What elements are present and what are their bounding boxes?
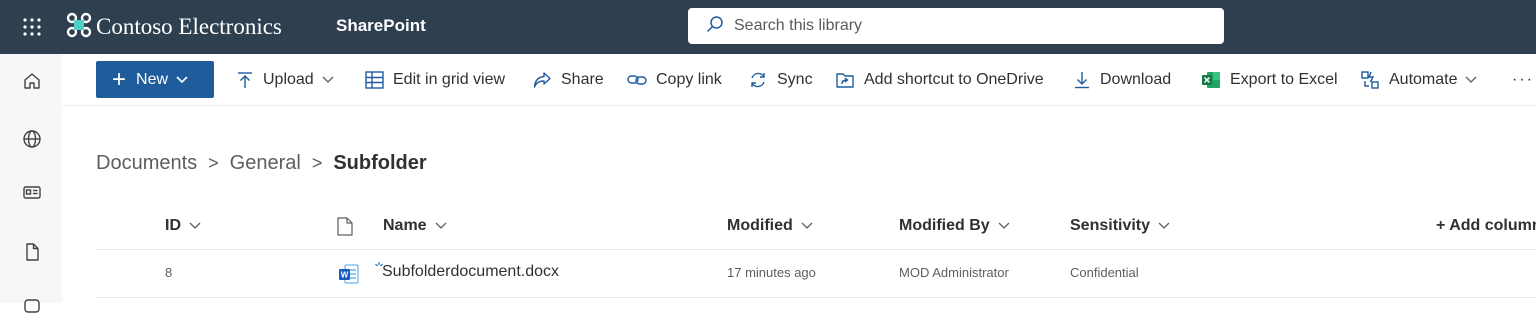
- column-header-label: Sensitivity: [1070, 217, 1151, 234]
- chevron-down-icon: [1466, 76, 1477, 83]
- contoso-logo-icon: [66, 12, 92, 43]
- automate-label: Automate: [1389, 71, 1458, 88]
- breadcrumb-item-documents[interactable]: Documents: [96, 152, 197, 175]
- grid-icon: [365, 71, 384, 89]
- copy-link-label: Copy link: [656, 71, 722, 88]
- column-header-sensitivity[interactable]: Sensitivity: [1070, 216, 1170, 236]
- chevron-down-icon: [1158, 222, 1170, 229]
- column-header-modified-by[interactable]: Modified By: [899, 216, 1010, 236]
- upload-button[interactable]: Upload: [236, 68, 343, 92]
- add-column-label: + Add column: [1436, 217, 1536, 234]
- link-icon: [627, 75, 647, 85]
- new-label: New: [136, 70, 169, 88]
- more-icon: ···: [1512, 71, 1534, 88]
- file-type-icon: [337, 216, 353, 236]
- search-icon: [706, 15, 724, 38]
- column-header-modified[interactable]: Modified: [727, 216, 813, 236]
- more-actions-button[interactable]: ···: [1512, 68, 1534, 92]
- breadcrumb-current: Subfolder: [333, 151, 427, 174]
- column-header-label: ID: [165, 217, 181, 234]
- cell-modified: 17 minutes ago: [727, 265, 816, 280]
- svg-text:W: W: [341, 271, 349, 280]
- column-header-file-type[interactable]: [337, 216, 353, 236]
- column-header-id[interactable]: ID: [165, 216, 201, 236]
- download-label: Download: [1100, 71, 1172, 88]
- cell-sensitivity: Confidential: [1070, 265, 1139, 280]
- suite-bar: Contoso Electronics SharePoint: [0, 0, 1536, 54]
- news-icon[interactable]: [16, 176, 48, 208]
- column-header-label: Modified: [727, 217, 793, 234]
- file-name-link[interactable]: Subfolderdocument.docx: [382, 263, 559, 281]
- edit-grid-button[interactable]: Edit in grid view: [365, 68, 505, 92]
- automate-button[interactable]: Automate: [1360, 68, 1486, 92]
- chevron-down-icon: [176, 71, 188, 89]
- upload-icon: [238, 72, 252, 88]
- chevron-down-icon: [435, 222, 447, 229]
- automate-icon: [1361, 71, 1379, 89]
- cell-id: 8: [165, 265, 173, 280]
- table-row[interactable]: 8 W Subfolderdocument.docx 17 minutes ag…: [96, 250, 1536, 298]
- upload-label: Upload: [263, 71, 314, 88]
- column-header-name[interactable]: Name: [383, 216, 447, 236]
- download-icon: [1075, 72, 1089, 89]
- column-header-label: Name: [383, 217, 427, 234]
- app-name-link[interactable]: SharePoint: [336, 16, 426, 36]
- row-divider: [96, 297, 1536, 298]
- chevron-down-icon: [801, 222, 813, 229]
- word-doc-icon: W: [338, 263, 360, 290]
- chevron-down-icon: [998, 222, 1010, 229]
- chevron-down-icon: [189, 222, 201, 229]
- export-excel-button[interactable]: Export to Excel: [1201, 68, 1338, 92]
- breadcrumb: Documents > General > Subfolder: [96, 150, 427, 176]
- add-shortcut-button[interactable]: Add shortcut to OneDrive: [835, 68, 1044, 92]
- breadcrumb-item-general[interactable]: General: [230, 152, 301, 175]
- document-icon[interactable]: [16, 236, 48, 268]
- chat-icon[interactable]: [16, 290, 48, 322]
- cell-modified-by[interactable]: MOD Administrator: [899, 265, 1009, 280]
- command-bar: + New Upload Edit in grid view Share Cop…: [62, 54, 1536, 106]
- shortcut-icon: [836, 73, 854, 88]
- sync-label: Sync: [777, 71, 813, 88]
- add-shortcut-label: Add shortcut to OneDrive: [864, 71, 1044, 88]
- download-button[interactable]: Download: [1073, 68, 1171, 92]
- chevron-right-icon: >: [208, 152, 219, 173]
- edit-grid-label: Edit in grid view: [393, 71, 506, 88]
- new-button[interactable]: + New: [96, 61, 214, 98]
- app-launcher-icon[interactable]: [8, 8, 56, 46]
- chevron-right-icon: >: [311, 152, 323, 173]
- globe-icon[interactable]: [16, 123, 48, 155]
- chevron-down-icon: [322, 76, 334, 83]
- sync-button[interactable]: Sync: [748, 68, 813, 92]
- excel-icon: [1202, 72, 1220, 88]
- share-button[interactable]: Share: [533, 68, 604, 92]
- search-input[interactable]: [734, 17, 1194, 35]
- add-column-button[interactable]: + Add column: [1436, 216, 1536, 236]
- copy-link-button[interactable]: Copy link: [627, 68, 722, 92]
- plus-icon: +: [112, 65, 127, 93]
- share-icon: [533, 72, 551, 88]
- share-label: Share: [561, 71, 604, 88]
- brand-name: Contoso Electronics: [96, 14, 282, 39]
- brand-logo[interactable]: Contoso Electronics: [66, 10, 282, 44]
- sync-icon: [751, 72, 765, 88]
- column-header-label: Modified By: [899, 217, 990, 234]
- left-rail: [0, 54, 62, 313]
- export-excel-label: Export to Excel: [1230, 71, 1338, 88]
- home-icon[interactable]: [16, 65, 48, 97]
- search-box[interactable]: [688, 8, 1224, 44]
